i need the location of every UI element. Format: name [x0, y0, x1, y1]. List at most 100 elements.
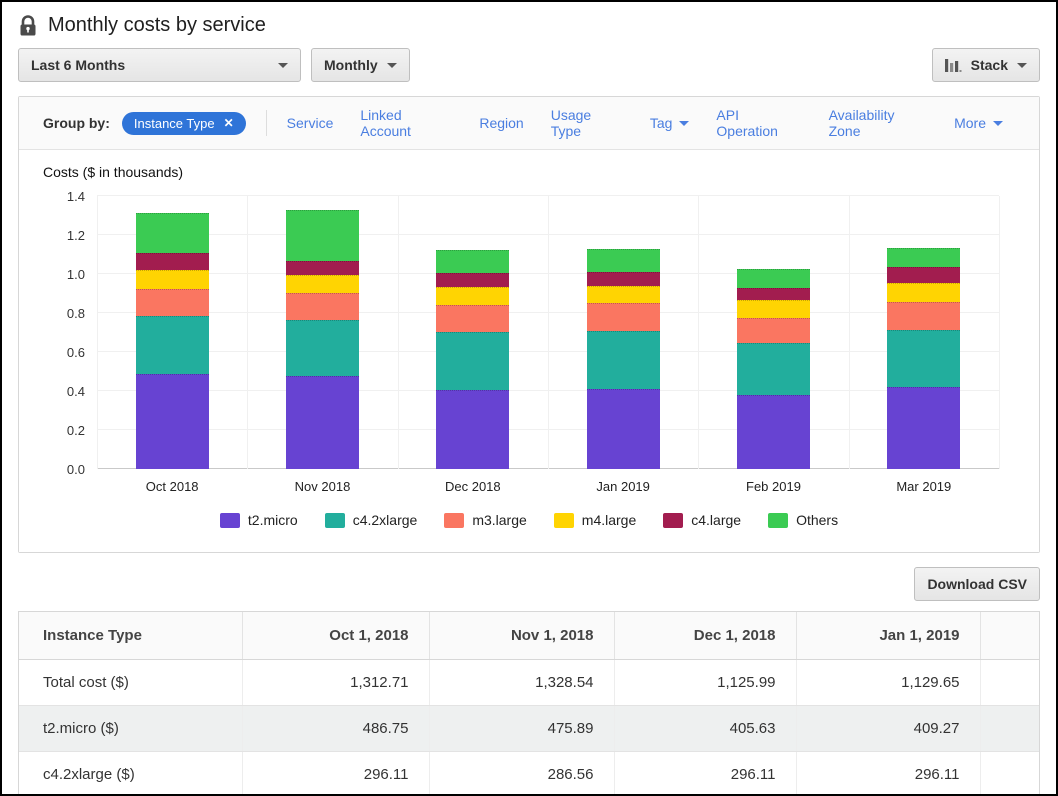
legend-item-m3-large: m3.large [444, 512, 526, 528]
group-by-link-api-operation[interactable]: API Operation [716, 107, 801, 139]
bar-chart-icon [945, 58, 962, 73]
table-row: t2.micro ($)486.75475.89405.63409.27 [19, 705, 1039, 751]
table-row: c4.2xlarge ($)296.11286.56296.11296.11 [19, 751, 1039, 796]
legend-label: m4.large [582, 512, 636, 528]
x-axis-label: Feb 2019 [698, 479, 848, 494]
x-axis-label: Mar 2019 [849, 479, 999, 494]
bar-segment-m4-large[interactable] [887, 283, 960, 303]
group-by-link-region[interactable]: Region [479, 115, 523, 131]
bar-segment-m3-large[interactable] [887, 302, 960, 329]
row-label: Total cost ($) [19, 659, 242, 705]
bar-segment-c4-large[interactable] [737, 288, 810, 301]
bar-segment-others[interactable] [887, 248, 960, 268]
bar-segment-c4-2xlarge[interactable] [286, 320, 359, 376]
stacked-bar [887, 248, 960, 469]
column-header-dec-1-2018: Dec 1, 2018 [614, 612, 796, 659]
bar-segment-m4-large[interactable] [737, 300, 810, 318]
page-title: Monthly costs by service [48, 14, 266, 37]
legend-label: m3.large [472, 512, 526, 528]
chart-column [698, 196, 848, 469]
bar-segment-c4-2xlarge[interactable] [887, 330, 960, 388]
column-header-instance-type: Instance Type [19, 612, 242, 659]
table-body: Total cost ($)1,312.711,328.541,125.991,… [19, 659, 1039, 796]
group-by-link-label: Service [287, 115, 334, 131]
bar-segment-others[interactable] [436, 250, 509, 273]
legend-swatch [554, 513, 574, 528]
y-axis-label: 1.0 [41, 267, 85, 282]
bar-segment-c4-large[interactable] [136, 253, 209, 270]
lock-icon [18, 15, 38, 37]
y-axis-label: 0.6 [41, 345, 85, 360]
bar-segment-m3-large[interactable] [436, 305, 509, 332]
bar-segment-c4-large[interactable] [887, 267, 960, 283]
bar-segment-m4-large[interactable] [436, 287, 509, 305]
divider [266, 110, 267, 136]
group-by-link-service[interactable]: Service [287, 115, 334, 131]
x-axis-labels: Oct 2018Nov 2018Dec 2018Jan 2019Feb 2019… [97, 479, 999, 494]
bar-segment-c4-2xlarge[interactable] [436, 332, 509, 390]
legend-item-m4-large: m4.large [554, 512, 636, 528]
group-by-link-label: More [954, 115, 986, 131]
bar-segment-m4-large[interactable] [286, 275, 359, 294]
bar-segment-m3-large[interactable] [587, 303, 660, 331]
bar-segment-m4-large[interactable] [136, 270, 209, 290]
table-cell: 405.63 [614, 705, 796, 751]
bar-segment-c4-large[interactable] [286, 261, 359, 275]
bar-segment-c4-2xlarge[interactable] [587, 331, 660, 389]
group-by-link-tag[interactable]: Tag [650, 115, 690, 131]
table-cell: 475.89 [429, 705, 614, 751]
bar-segment-c4-large[interactable] [436, 273, 509, 287]
bar-segment-c4-2xlarge[interactable] [737, 343, 810, 395]
bar-segment-c4-large[interactable] [587, 272, 660, 286]
bar-segment-m4-large[interactable] [587, 286, 660, 304]
bar-segment-t2-micro[interactable] [286, 376, 359, 469]
date-range-dropdown[interactable]: Last 6 Months [18, 48, 301, 82]
legend-swatch [768, 513, 788, 528]
granularity-dropdown[interactable]: Monthly [311, 48, 410, 82]
bar-segment-t2-micro[interactable] [436, 390, 509, 469]
x-axis-label: Dec 2018 [398, 479, 548, 494]
chart-style-dropdown[interactable]: Stack [932, 48, 1040, 82]
chart-body: Costs ($ in thousands) 0.00.20.40.60.81.… [19, 150, 1039, 552]
bar-segment-c4-2xlarge[interactable] [136, 316, 209, 374]
group-by-link-label: Tag [650, 115, 673, 131]
table-cell: 486.75 [242, 705, 429, 751]
bar-segment-t2-micro[interactable] [887, 387, 960, 469]
bar-segment-others[interactable] [136, 213, 209, 253]
legend-label: c4.2xlarge [353, 512, 418, 528]
y-axis-label: 0.2 [41, 423, 85, 438]
group-by-link-linked-account[interactable]: Linked Account [360, 107, 452, 139]
chart-column [247, 196, 397, 469]
group-by-link-label: Region [479, 115, 523, 131]
bar-segment-t2-micro[interactable] [136, 374, 209, 469]
group-by-bar: Group by: Instance Type ✕ ServiceLinked … [19, 97, 1039, 150]
chart-plot: 0.00.20.40.60.81.01.21.4 [97, 196, 999, 469]
bar-segment-m3-large[interactable] [286, 293, 359, 320]
chart-panel: Group by: Instance Type ✕ ServiceLinked … [18, 96, 1040, 553]
table-cell: 296.11 [242, 751, 429, 796]
bar-segment-others[interactable] [587, 249, 660, 272]
column-header-nov-1-2018: Nov 1, 2018 [429, 612, 614, 659]
download-csv-button[interactable]: Download CSV [914, 567, 1040, 601]
group-by-link-more[interactable]: More [954, 115, 1003, 131]
bar-segment-m3-large[interactable] [136, 289, 209, 316]
table-header-row: Instance TypeOct 1, 2018Nov 1, 2018Dec 1… [19, 612, 1039, 659]
legend-item-c4-2xlarge: c4.2xlarge [325, 512, 418, 528]
close-icon[interactable]: ✕ [224, 117, 234, 129]
bar-segment-t2-micro[interactable] [587, 389, 660, 469]
bar-segment-t2-micro[interactable] [737, 395, 810, 469]
legend-item-t2-micro: t2.micro [220, 512, 298, 528]
table-cell: 1,312.71 [242, 659, 429, 705]
group-by-link-usage-type[interactable]: Usage Type [551, 107, 623, 139]
active-filter-pill[interactable]: Instance Type ✕ [122, 112, 246, 135]
column-header-spacer [980, 612, 1039, 659]
stacked-bar [286, 210, 359, 469]
bar-segment-others[interactable] [286, 210, 359, 261]
chevron-down-icon [278, 63, 288, 68]
bar-segment-others[interactable] [737, 269, 810, 288]
group-by-link-availability-zone[interactable]: Availability Zone [829, 107, 928, 139]
y-axis-label: 0.8 [41, 306, 85, 321]
chart-column [548, 196, 698, 469]
table-cell: 286.56 [429, 751, 614, 796]
bar-segment-m3-large[interactable] [737, 318, 810, 343]
